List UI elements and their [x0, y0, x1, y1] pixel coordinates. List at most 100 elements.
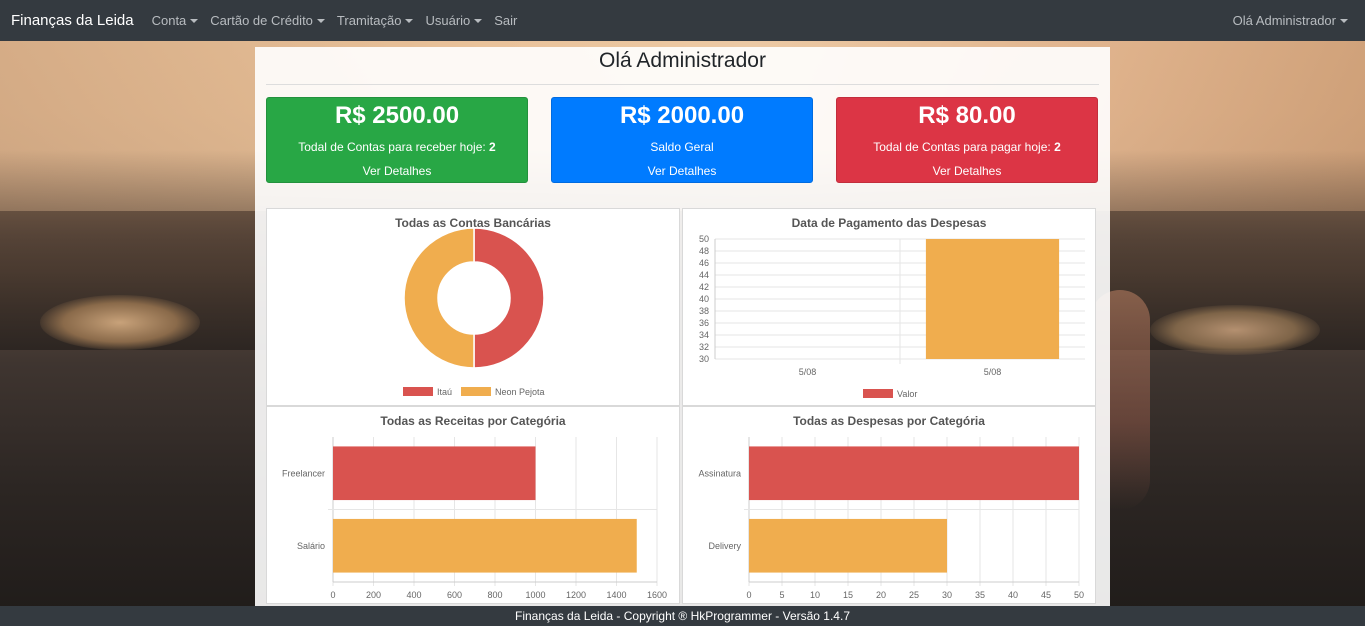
card-saldo: R$ 2000.00 Saldo Geral Ver Detalhes	[551, 97, 813, 183]
caret-down-icon	[1340, 18, 1348, 23]
x-tick-label: 5	[779, 590, 784, 600]
bar	[925, 239, 1060, 359]
x-tick-label: 35	[975, 590, 985, 600]
y-tick-label: 44	[699, 270, 709, 280]
caret-down-icon	[405, 18, 414, 23]
x-tick-label: 0	[746, 590, 751, 600]
bar	[333, 446, 536, 501]
bar	[749, 518, 947, 573]
legend-swatch	[403, 387, 433, 396]
card-receber: R$ 2500.00 Todal de Contas para receber …	[266, 97, 528, 183]
card-pagar-details-link[interactable]: Ver Detalhes	[837, 164, 1097, 178]
donut-chart: Itaú Neon Pejota	[403, 227, 545, 397]
card-saldo-text: Saldo Geral	[650, 140, 714, 154]
x-tick-label: 600	[447, 590, 462, 600]
card-pagar-amount: R$ 80.00	[918, 102, 1016, 129]
brand-link[interactable]: Finanças da Leida	[11, 12, 134, 29]
y-tick-label: 46	[699, 258, 709, 268]
x-tick-label: 50	[1074, 590, 1084, 600]
legend-label: Neon Pejota	[495, 387, 545, 397]
card-pagar: R$ 80.00 Todal de Contas para pagar hoje…	[836, 97, 1098, 183]
x-tick-label: 5/08	[799, 367, 817, 377]
card-pagar-label: Todal de Contas para pagar hoje:	[873, 140, 1051, 154]
x-tick-label: 1200	[566, 590, 586, 600]
dashboard-panel: Olá Administrador R$ 2500.00 Todal de Co…	[255, 47, 1110, 606]
nav-sair[interactable]: Sair	[494, 13, 517, 28]
y-tick-label: Freelancer	[282, 468, 325, 478]
y-tick-label: 38	[699, 306, 709, 316]
chart-contas-bancarias: Todas as Contas Bancárias Itaú Neon Pejot…	[266, 208, 680, 406]
card-pagar-text: Todal de Contas para pagar hoje: 2	[837, 140, 1097, 154]
x-tick-label: 800	[487, 590, 502, 600]
card-pagar-count: 2	[1054, 140, 1061, 154]
x-tick-label: 10	[810, 590, 820, 600]
nav-conta[interactable]: Conta	[152, 13, 199, 28]
card-receber-text: Todal de Contas para receber hoje: 2	[267, 140, 527, 154]
chart-title: Todas as Receitas por Categória	[380, 414, 566, 428]
y-tick-label: Delivery	[708, 541, 741, 551]
x-tick-label: 1000	[525, 590, 545, 600]
chart-data-pagamento: Data de Pagamento das Despesas 50 48 46 44 4…	[682, 208, 1096, 406]
hbar-chart: 0 5 10 15 20 25 30 35 40 45 50 Assinatura Delivery	[698, 437, 1084, 600]
user-menu-label: Olá Administrador	[1232, 13, 1336, 28]
y-tick-label: Salário	[297, 541, 325, 551]
card-saldo-amount: R$ 2000.00	[619, 102, 745, 129]
x-tick-label: 30	[942, 590, 952, 600]
nav-usuario-label: Usuário	[425, 13, 471, 28]
chart-title: Todas as Contas Bancárias	[395, 216, 551, 230]
y-tick-label: 40	[699, 294, 709, 304]
x-tick-label: 1600	[647, 590, 667, 600]
card-receber-count: 2	[489, 140, 496, 154]
bar	[333, 518, 637, 573]
nav-cartao-credito[interactable]: Cartão de Crédito	[210, 13, 325, 28]
card-receber-details-link[interactable]: Ver Detalhes	[267, 164, 527, 178]
y-tick-label: 30	[699, 354, 709, 364]
hbar-chart: 0 200 400 600 800 1000 1200 1400 1600 Freelancer S…	[282, 437, 667, 600]
chart-receitas-categoria: Todas as Receitas por Categória 0 200 400 6…	[266, 406, 680, 604]
y-tick-label: 50	[699, 234, 709, 244]
x-tick-label: 200	[366, 590, 381, 600]
background-coin-left	[40, 295, 200, 350]
footer: Finanças da Leida - Copyright ® HkProgra…	[0, 606, 1365, 626]
donut-slice	[473, 227, 545, 369]
y-tick-label: Assinatura	[698, 468, 741, 478]
card-receber-label: Todal de Contas para receber hoje:	[298, 140, 486, 154]
card-receber-amount: R$ 2500.00	[334, 102, 460, 129]
card-saldo-details-link[interactable]: Ver Detalhes	[552, 164, 812, 178]
background-coin-right	[1150, 305, 1320, 355]
nav-usuario[interactable]: Usuário	[425, 13, 483, 28]
legend-swatch	[461, 387, 491, 396]
nav-conta-label: Conta	[151, 13, 187, 28]
legend-label: Valor	[897, 389, 917, 399]
caret-down-icon	[474, 18, 483, 23]
y-tick-label: 48	[699, 246, 709, 256]
bar-chart: 50 48 46 44 42 40 38 36 34 32 30 5/08 5/08 Valor	[699, 234, 1085, 399]
bar	[749, 446, 1079, 501]
x-tick-label: 15	[843, 590, 853, 600]
x-tick-label: 45	[1041, 590, 1051, 600]
donut-slice	[403, 227, 475, 369]
chart-title: Todas as Despesas por Categória	[793, 414, 985, 428]
x-tick-label: 400	[406, 590, 421, 600]
y-tick-label: 34	[699, 330, 709, 340]
x-tick-label: 0	[330, 590, 335, 600]
x-tick-label: 1400	[606, 590, 626, 600]
legend-label: Itaú	[437, 387, 452, 397]
user-menu[interactable]: Olá Administrador	[1233, 13, 1348, 28]
x-tick-label: 25	[909, 590, 919, 600]
chart-title: Data de Pagamento das Despesas	[791, 216, 987, 230]
caret-down-icon	[316, 18, 325, 23]
navbar: Finanças da Leida Conta Cartão de Crédit…	[0, 0, 1365, 41]
y-tick-label: 32	[699, 342, 709, 352]
chart-despesas-categoria: Todas as Despesas por Categória 0 5 10 15 20…	[682, 406, 1096, 604]
y-tick-label: 42	[699, 282, 709, 292]
x-tick-label: 40	[1008, 590, 1018, 600]
legend-swatch	[863, 389, 893, 398]
x-tick-label: 20	[876, 590, 886, 600]
y-tick-label: 36	[699, 318, 709, 328]
nav-cartao-label: Cartão de Crédito	[210, 13, 313, 28]
page-title: Olá Administrador	[599, 49, 766, 72]
nav-tramitacao-label: Tramitação	[336, 13, 402, 28]
title-divider	[266, 84, 1099, 85]
nav-tramitacao[interactable]: Tramitação	[337, 13, 414, 28]
